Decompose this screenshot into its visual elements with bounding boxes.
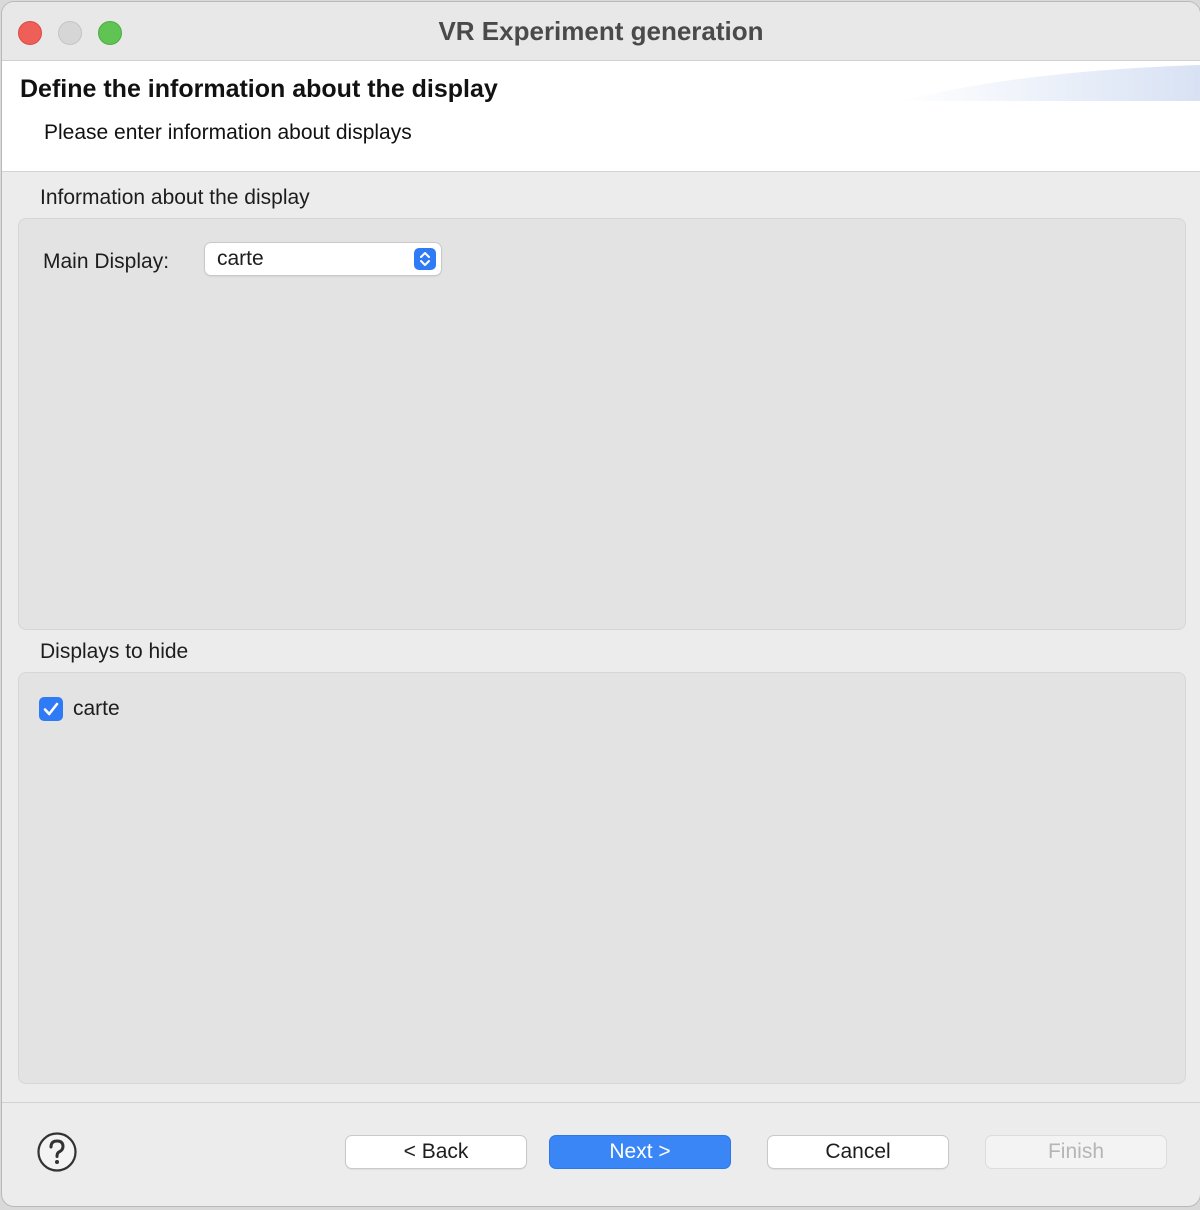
window-title: VR Experiment generation (438, 16, 764, 46)
main-display-label: Main Display: (43, 250, 170, 273)
hide-section-label: Displays to hide (40, 640, 189, 663)
page-title: Define the information about the display (20, 75, 498, 103)
help-icon[interactable] (36, 1131, 78, 1173)
hide-carte-checkbox[interactable] (39, 697, 63, 721)
wizard-header: Define the information about the display… (2, 61, 1200, 172)
chevron-up-down-icon (414, 248, 436, 270)
title-bar: VR Experiment generation (2, 2, 1200, 61)
hide-group: carte (18, 672, 1186, 1084)
back-button[interactable]: < Back (346, 1136, 526, 1168)
hide-carte-label: carte (73, 697, 120, 720)
display-section-label: Information about the display (40, 186, 310, 209)
page-subtitle: Please enter information about displays (44, 121, 412, 144)
checkmark-icon (43, 702, 59, 716)
cancel-button[interactable]: Cancel (768, 1136, 948, 1168)
next-button[interactable]: Next > (550, 1136, 730, 1168)
finish-button[interactable]: Finish (986, 1136, 1166, 1168)
banner-decoration (900, 65, 1200, 101)
wizard-window: VR Experiment generation Define the info… (2, 2, 1200, 1206)
display-group: Main Display: carte (18, 218, 1186, 630)
footer-divider (2, 1102, 1200, 1103)
main-display-select[interactable]: carte (205, 243, 441, 275)
main-display-value: carte (217, 247, 264, 270)
